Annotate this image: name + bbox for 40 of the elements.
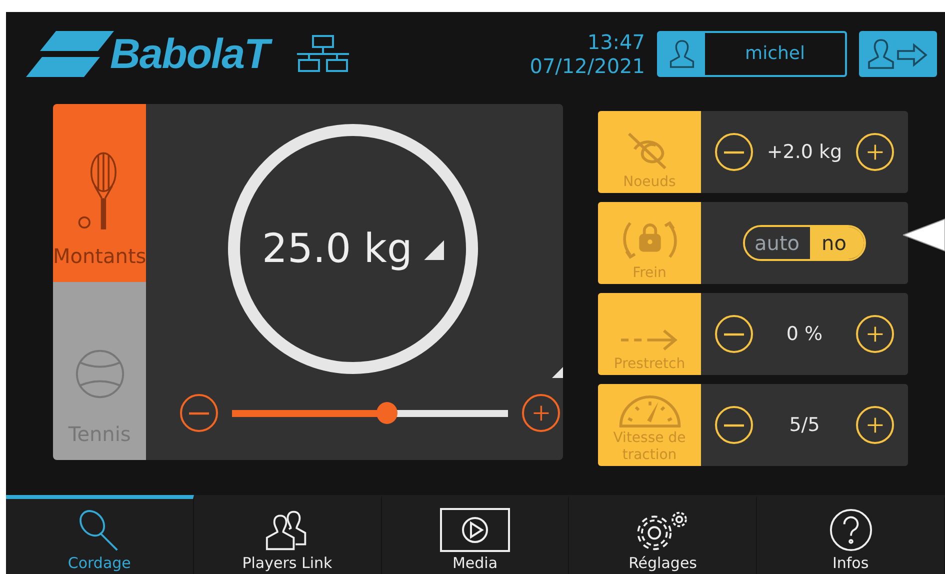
minus-icon [189, 412, 210, 414]
increase-button[interactable] [522, 394, 560, 432]
setting-value: +2.0 kg [766, 141, 842, 163]
logout-button[interactable] [859, 30, 937, 76]
speedometer-icon [616, 394, 682, 428]
nav-tab[interactable]: Cordage [6, 495, 194, 574]
video-play-icon [440, 508, 510, 552]
plus-icon [864, 142, 886, 162]
time-text: 13:47 [587, 30, 645, 54]
corner-triangle-icon [422, 238, 444, 260]
minus-icon [724, 150, 744, 154]
person-icon [668, 38, 696, 70]
setting-value: 5/5 [789, 414, 820, 436]
ball-icon [74, 348, 126, 400]
minus-icon [724, 424, 744, 426]
plus-icon [531, 402, 552, 424]
nav-tab[interactable]: Infos [757, 495, 945, 574]
help-icon [828, 508, 873, 552]
minus-icon [724, 332, 744, 336]
increase-button[interactable] [856, 133, 894, 171]
user-field[interactable]: michel [657, 30, 847, 76]
decrease-button[interactable] [715, 315, 753, 353]
decrease-button[interactable] [715, 133, 753, 171]
toggle-switch[interactable]: auto no [742, 225, 866, 261]
setting-value: 0 % [786, 323, 823, 345]
toggle-option[interactable]: no [810, 227, 864, 259]
tension-slider[interactable] [232, 402, 508, 424]
nav-tab[interactable]: Réglages [569, 495, 758, 574]
increase-button[interactable] [856, 315, 894, 353]
decrease-button[interactable] [180, 394, 218, 432]
nav-tab[interactable]: Players Link [194, 495, 382, 574]
plus-icon [864, 324, 886, 344]
nav-tab[interactable]: Media [382, 495, 570, 574]
person-arrow-icon [866, 36, 930, 70]
date-text: 07/12/2021 [530, 54, 645, 78]
plus-icon [864, 414, 886, 436]
decrease-button[interactable] [715, 406, 753, 444]
tension-dial[interactable]: 25.0 kg [228, 124, 478, 374]
network-icon[interactable] [294, 34, 351, 74]
increase-button[interactable] [856, 406, 894, 444]
